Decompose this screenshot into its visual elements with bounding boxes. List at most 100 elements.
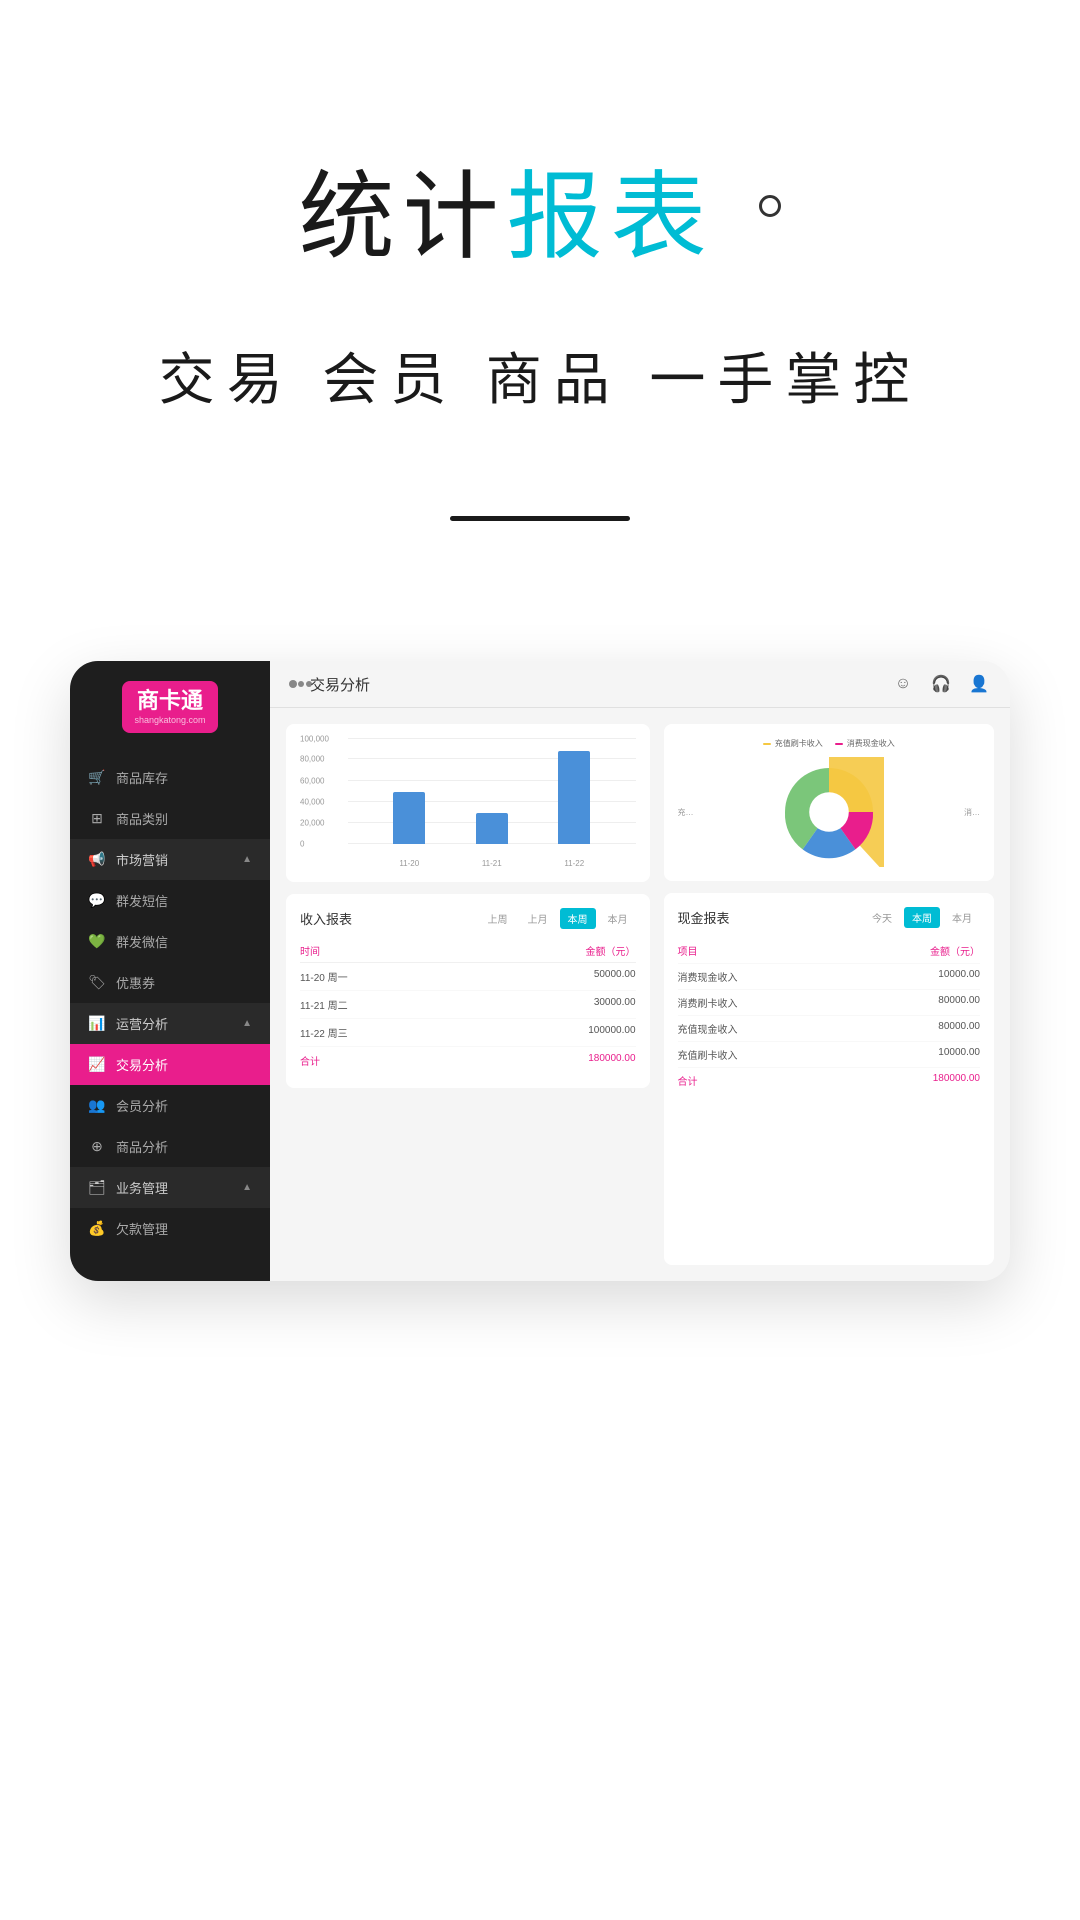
menu-dots-icon — [290, 681, 296, 687]
bar-1120 — [393, 792, 425, 844]
hero-dot-decoration — [759, 195, 781, 217]
bar-1121-rect — [476, 813, 508, 844]
hero-title-highlight: 报表 — [507, 164, 715, 271]
bars-container — [348, 738, 636, 844]
emoji-icon: ☺ — [892, 673, 914, 695]
cart-icon: 🛒 — [88, 769, 106, 787]
content-area: 100,000 80,000 60,000 40,000 20,000 0 — [270, 708, 1010, 1281]
tab-this-month[interactable]: 本月 — [600, 908, 636, 929]
col-amount: 金额（元） — [468, 943, 636, 958]
bar-1122 — [558, 751, 590, 844]
revenue-row-2: 11-21 周二 30000.00 — [300, 991, 636, 1019]
hero-subtitle: 交易 会员 商品 一手掌控 — [0, 335, 1080, 416]
topbar-title: 交易分析 — [310, 674, 370, 695]
sidebar-item-sms[interactable]: 💬 群发短信 — [70, 880, 270, 921]
sidebar-item-coupon[interactable]: 🏷 优惠券 — [70, 962, 270, 1003]
sidebar-item-business[interactable]: 🗂 业务管理 ▲ — [70, 1167, 270, 1208]
bar-chart: 100,000 80,000 60,000 40,000 20,000 0 — [300, 738, 636, 868]
bar-1121 — [476, 813, 508, 844]
revenue-title: 收入报表 — [300, 909, 352, 928]
coupon-icon: 🏷 — [88, 974, 106, 992]
tab-this-month-cash[interactable]: 本月 — [944, 907, 980, 928]
dashboard-inner: 商卡通 shangkatong.com 🛒 商品库存 ⊞ 商品类别 📢 市场营销 — [70, 661, 1010, 1281]
cash-total-row: 合计 180000.00 — [678, 1068, 980, 1093]
y-label-0: 0 — [300, 840, 304, 849]
tab-this-week-cash[interactable]: 本周 — [904, 907, 940, 928]
pie-container: 充… — [678, 757, 980, 867]
cash-tabs: 今天 本周 本月 — [864, 907, 980, 928]
legend-consume-cash: 消费现金收入 — [835, 738, 895, 749]
arrow-up-icon: ▲ — [242, 854, 252, 865]
legend-label-consume-cash: 消费现金收入 — [847, 738, 895, 749]
sidebar-item-analytics[interactable]: 📊 运营分析 ▲ — [70, 1003, 270, 1044]
sidebar-item-category[interactable]: ⊞ 商品类别 — [70, 798, 270, 839]
cash-row-4: 充值刷卡收入 10000.00 — [678, 1042, 980, 1068]
legend-dot-yellow — [763, 743, 771, 745]
pie-side-left-label: 充… — [678, 807, 694, 818]
tab-last-month[interactable]: 上月 — [520, 908, 556, 929]
sidebar: 商卡通 shangkatong.com 🛒 商品库存 ⊞ 商品类别 📢 市场营销 — [70, 661, 270, 1281]
cash-item-3: 充值现金收入 — [678, 1021, 843, 1036]
cash-title: 现金报表 — [678, 908, 730, 927]
member-icon: 👥 — [88, 1097, 106, 1115]
revenue-tabs: 上周 上月 本周 本月 — [480, 908, 636, 929]
revenue-section: 收入报表 上周 上月 本周 本月 时间 金额（元） — [286, 894, 650, 1088]
sidebar-item-label: 群发微信 — [116, 932, 168, 951]
trend-icon: 📈 — [88, 1056, 106, 1074]
sidebar-item-label: 商品分析 — [116, 1137, 168, 1156]
sidebar-item-label: 市场营销 — [116, 850, 168, 869]
cash-item-1: 消费现金收入 — [678, 969, 843, 984]
right-panel: 充值刷卡收入 消费现金收入 充… — [664, 724, 994, 1265]
analytics-icon: 📊 — [88, 1015, 106, 1033]
arrow-up-icon3: ▲ — [242, 1182, 252, 1193]
sidebar-menu: 🛒 商品库存 ⊞ 商品类别 📢 市场营销 ▲ 💬 群发短信 💚 — [70, 749, 270, 1281]
sidebar-item-inventory[interactable]: 🛒 商品库存 — [70, 757, 270, 798]
cash-amount-1: 10000.00 — [843, 969, 980, 984]
sidebar-item-member[interactable]: 👥 会员分析 — [70, 1085, 270, 1126]
cash-row-1: 消费现金收入 10000.00 — [678, 964, 980, 990]
sms-icon: 💬 — [88, 892, 106, 910]
topbar-icons: ☺ 🎧 👤 — [892, 673, 990, 695]
debt-icon: 💰 — [88, 1220, 106, 1238]
marketing-icon: 📢 — [88, 851, 106, 869]
sidebar-item-transaction[interactable]: 📈 交易分析 — [70, 1044, 270, 1085]
sidebar-item-debt[interactable]: 💰 欠款管理 — [70, 1208, 270, 1249]
cash-item-2: 消费刷卡收入 — [678, 995, 843, 1010]
sidebar-logo: 商卡通 shangkatong.com — [70, 661, 270, 749]
revenue-total-row: 合计 180000.00 — [300, 1047, 636, 1074]
legend-label-recharge-card: 充值刷卡收入 — [775, 738, 823, 749]
hero-title-part1: 统计 — [299, 164, 507, 271]
amount-1120: 50000.00 — [468, 969, 636, 984]
sidebar-item-label: 运营分析 — [116, 1014, 168, 1033]
amount-1121: 30000.00 — [468, 997, 636, 1012]
sidebar-item-marketing[interactable]: 📢 市场营销 ▲ — [70, 839, 270, 880]
wechat-icon: 💚 — [88, 933, 106, 951]
tab-today[interactable]: 今天 — [864, 907, 900, 928]
legend-recharge-card: 充值刷卡收入 — [763, 738, 823, 749]
pie-legend: 充值刷卡收入 消费现金收入 — [678, 738, 980, 749]
sidebar-item-label: 群发短信 — [116, 891, 168, 910]
revenue-total-amount: 180000.00 — [468, 1053, 636, 1068]
tab-this-week[interactable]: 本周 — [560, 908, 596, 929]
bar-1122-rect — [558, 751, 590, 844]
pie-svg — [774, 757, 884, 867]
tab-last-week[interactable]: 上周 — [480, 908, 516, 929]
business-icon: 🗂 — [88, 1179, 106, 1197]
sidebar-item-wechat[interactable]: 💚 群发微信 — [70, 921, 270, 962]
x-label-1121: 11-21 — [482, 859, 502, 868]
y-label-40k: 40,000 — [300, 797, 324, 806]
bar-chart-card: 100,000 80,000 60,000 40,000 20,000 0 — [286, 724, 650, 882]
date-1120: 11-20 周一 — [300, 969, 468, 984]
revenue-total-label: 合计 — [300, 1053, 468, 1068]
left-panel: 100,000 80,000 60,000 40,000 20,000 0 — [286, 724, 650, 1265]
sidebar-item-label: 交易分析 — [116, 1055, 168, 1074]
hero-title: 统计报表 — [0, 160, 1080, 275]
sidebar-item-product-analysis[interactable]: ⊕ 商品分析 — [70, 1126, 270, 1167]
arrow-up-icon2: ▲ — [242, 1018, 252, 1029]
date-1122: 11-22 周三 — [300, 1025, 468, 1040]
bar-1120-rect — [393, 792, 425, 844]
cash-row-3: 充值现金收入 80000.00 — [678, 1016, 980, 1042]
cash-header-row: 现金报表 今天 本周 本月 — [678, 907, 980, 928]
revenue-table-header: 时间 金额（元） — [300, 939, 636, 963]
y-label-80k: 80,000 — [300, 755, 324, 764]
